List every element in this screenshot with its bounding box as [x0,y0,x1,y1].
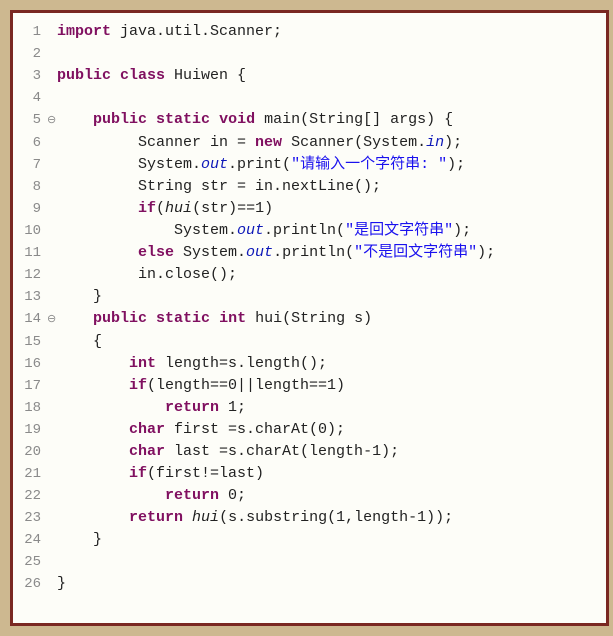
code-line: 19 char first =s.charAt(0); [13,419,606,441]
line-number: 19 [13,419,47,441]
line-number: 5 [13,109,47,131]
code-line: 13 } [13,286,606,308]
line-number: 18 [13,397,47,419]
code-content: if(first!=last) [57,463,264,485]
line-number: 15 [13,331,47,353]
code-line: 8 String str = in.nextLine(); [13,176,606,198]
fold-marker-icon[interactable]: ⊖ [47,110,57,132]
code-content: } [57,573,66,595]
code-content: Scanner in = new Scanner(System.in); [57,132,462,154]
code-content: public static void main(String[] args) { [57,109,453,131]
code-line: 16 int length=s.length(); [13,353,606,375]
line-number: 24 [13,529,47,551]
line-number: 7 [13,154,47,176]
line-number: 14 [13,308,47,330]
code-content: { [57,331,102,353]
code-content: if(length==0||length==1) [57,375,345,397]
line-number: 17 [13,375,47,397]
code-content: return hui(s.substring(1,length-1)); [57,507,453,529]
code-content: in.close(); [57,264,237,286]
code-content: System.out.println("是回文字符串"); [57,220,471,242]
code-line: 24 } [13,529,606,551]
code-editor-frame: 1 import java.util.Scanner; 23 public class… [10,10,609,626]
code-content: } [57,529,102,551]
code-line: 20 char last =s.charAt(length-1); [13,441,606,463]
line-number: 25 [13,551,47,573]
code-line: 12 in.close(); [13,264,606,286]
code-line: 3 public class Huiwen { [13,65,606,87]
code-content: char first =s.charAt(0); [57,419,345,441]
code-line: 7 System.out.print("请输入一个字符串: "); [13,154,606,176]
code-content: char last =s.charAt(length-1); [57,441,399,463]
line-number: 9 [13,198,47,220]
line-number: 16 [13,353,47,375]
code-content: System.out.print("请输入一个字符串: "); [57,154,465,176]
code-line: 18 return 1; [13,397,606,419]
line-number: 23 [13,507,47,529]
line-number: 13 [13,286,47,308]
code-line: 2 [13,43,606,65]
code-line: 5⊖ public static void main(String[] args… [13,109,606,132]
line-number: 26 [13,573,47,595]
line-number: 21 [13,463,47,485]
code-line: 6 Scanner in = new Scanner(System.in); [13,132,606,154]
line-number: 12 [13,264,47,286]
line-number: 2 [13,43,47,65]
code-line: 21 if(first!=last) [13,463,606,485]
line-number: 11 [13,242,47,264]
code-content: String str = in.nextLine(); [57,176,381,198]
code-content: } [57,286,102,308]
code-line: 26} [13,573,606,595]
code-line: 1 import java.util.Scanner; [13,21,606,43]
fold-marker-icon[interactable]: ⊖ [47,309,57,331]
line-number: 10 [13,220,47,242]
code-line: 4 [13,87,606,109]
code-line: 14⊖ public static int hui(String s) [13,308,606,331]
code-content: int length=s.length(); [57,353,327,375]
code-line: 17 if(length==0||length==1) [13,375,606,397]
code-content: import java.util.Scanner; [57,21,282,43]
code-line: 10 System.out.println("是回文字符串"); [13,220,606,242]
code-content: public static int hui(String s) [57,308,372,330]
code-line: 9 if(hui(str)==1) [13,198,606,220]
line-number: 6 [13,132,47,154]
code-content: return 0; [57,485,246,507]
code-line: 22 return 0; [13,485,606,507]
code-line: 25 [13,551,606,573]
code-line: 15 { [13,331,606,353]
code-content: if(hui(str)==1) [57,198,273,220]
line-number: 20 [13,441,47,463]
line-number: 8 [13,176,47,198]
line-number: 4 [13,87,47,109]
code-area: 1 import java.util.Scanner; 23 public class… [13,13,606,595]
code-content: public class Huiwen { [57,65,246,87]
code-content: return 1; [57,397,246,419]
code-line: 23 return hui(s.substring(1,length-1)); [13,507,606,529]
code-line: 11 else System.out.println("不是回文字符串"); [13,242,606,264]
line-number: 3 [13,65,47,87]
line-number: 1 [13,21,47,43]
code-content: else System.out.println("不是回文字符串"); [57,242,495,264]
line-number: 22 [13,485,47,507]
